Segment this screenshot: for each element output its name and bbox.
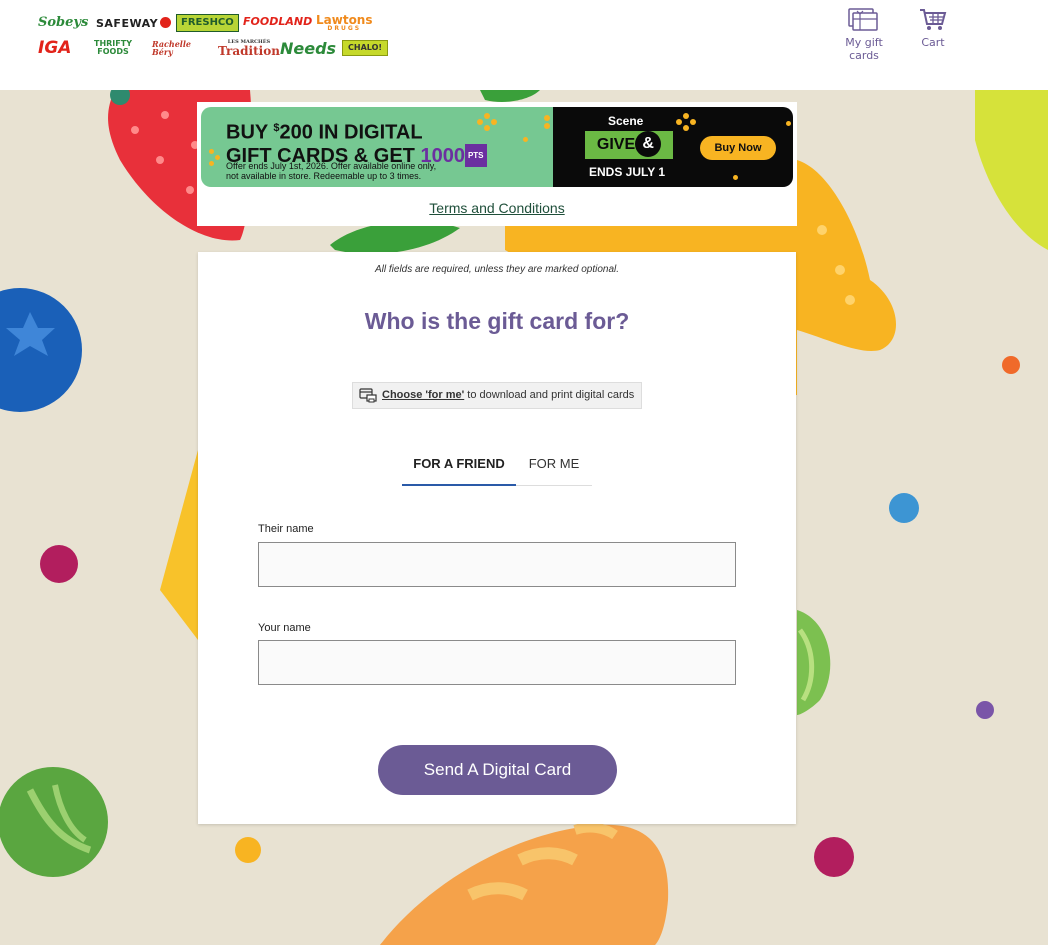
- safeway-logo[interactable]: SAFEWAY: [96, 17, 172, 29]
- promo-banner[interactable]: BUY $200 IN DIGITAL GIFT CARDS & GET 100…: [201, 107, 793, 187]
- lawtons-logo[interactable]: Lawtons DRUGS: [316, 14, 373, 32]
- scene-logo: Scene: [608, 114, 644, 128]
- my-gift-cards-label: My gift cards: [845, 36, 883, 62]
- choose-for-me-link[interactable]: Choose 'for me': [382, 389, 464, 401]
- give-and-get-logo: GIVE &GET: [585, 130, 673, 181]
- promo-headline: BUY $200 IN DIGITAL GIFT CARDS & GET 100…: [226, 118, 487, 167]
- scene-panel: Scene GIVE &GET ENDS JULY 1 Buy Now: [553, 107, 793, 187]
- gift-card-form: All fields are required, unless they are…: [198, 252, 796, 824]
- thrifty-foods-logo[interactable]: THRIFTY FOODS: [88, 40, 138, 56]
- their-name-input[interactable]: [258, 542, 736, 587]
- foodland-logo[interactable]: FOODLAND: [243, 16, 312, 27]
- tab-for-a-friend[interactable]: FOR A FRIEND: [402, 448, 516, 486]
- form-title: Who is the gift card for?: [364, 308, 630, 334]
- your-name-label: Your name: [258, 622, 311, 634]
- buy-now-button[interactable]: Buy Now: [700, 136, 776, 160]
- for-me-note: Choose 'for me' to download and print di…: [352, 382, 642, 409]
- pts-tag: PTS: [464, 143, 487, 167]
- tradition-logo[interactable]: LES MARCHÉS Tradition: [218, 40, 280, 58]
- cart-icon: [920, 9, 947, 30]
- their-name-label: Their name: [258, 523, 314, 535]
- promo-banner-container: BUY $200 IN DIGITAL GIFT CARDS & GET 100…: [197, 102, 797, 226]
- cart-label: Cart: [921, 36, 945, 49]
- tab-for-me[interactable]: FOR ME: [516, 448, 592, 486]
- your-name-input[interactable]: [258, 640, 736, 685]
- promo-end-date: ENDS JULY 1: [589, 165, 666, 179]
- freshco-logo[interactable]: FRESHCO: [176, 14, 239, 32]
- terms-and-conditions-link[interactable]: Terms and Conditions: [197, 200, 797, 216]
- sobeys-logo[interactable]: Sobeys: [38, 16, 88, 29]
- gift-card-icon: [848, 8, 878, 31]
- site-header: Sobeys SAFEWAY FRESHCO FOODLAND Lawtons D…: [0, 0, 1048, 90]
- send-digital-card-button[interactable]: Send A Digital Card: [378, 745, 617, 795]
- needs-logo[interactable]: Needs: [280, 41, 336, 57]
- promo-fine-print: Offer ends July 1st, 2026. Offer availab…: [226, 161, 437, 181]
- required-fields-note: All fields are required, unless they are…: [374, 264, 620, 275]
- cart-link[interactable]: Cart: [916, 8, 950, 49]
- recipient-tabs: FOR A FRIEND FOR ME: [402, 448, 592, 486]
- my-gift-cards-link[interactable]: My gift cards: [832, 8, 896, 62]
- banner-logos: Sobeys SAFEWAY FRESHCO FOODLAND Lawtons D…: [38, 12, 389, 62]
- iga-logo[interactable]: IGA: [38, 40, 71, 57]
- rachelle-bery-logo[interactable]: Rachelle Béry: [152, 40, 192, 56]
- chalo-logo[interactable]: CHALO!: [342, 40, 389, 56]
- promo-offer-panel: BUY $200 IN DIGITAL GIFT CARDS & GET 100…: [201, 107, 553, 187]
- print-card-icon: [359, 388, 377, 403]
